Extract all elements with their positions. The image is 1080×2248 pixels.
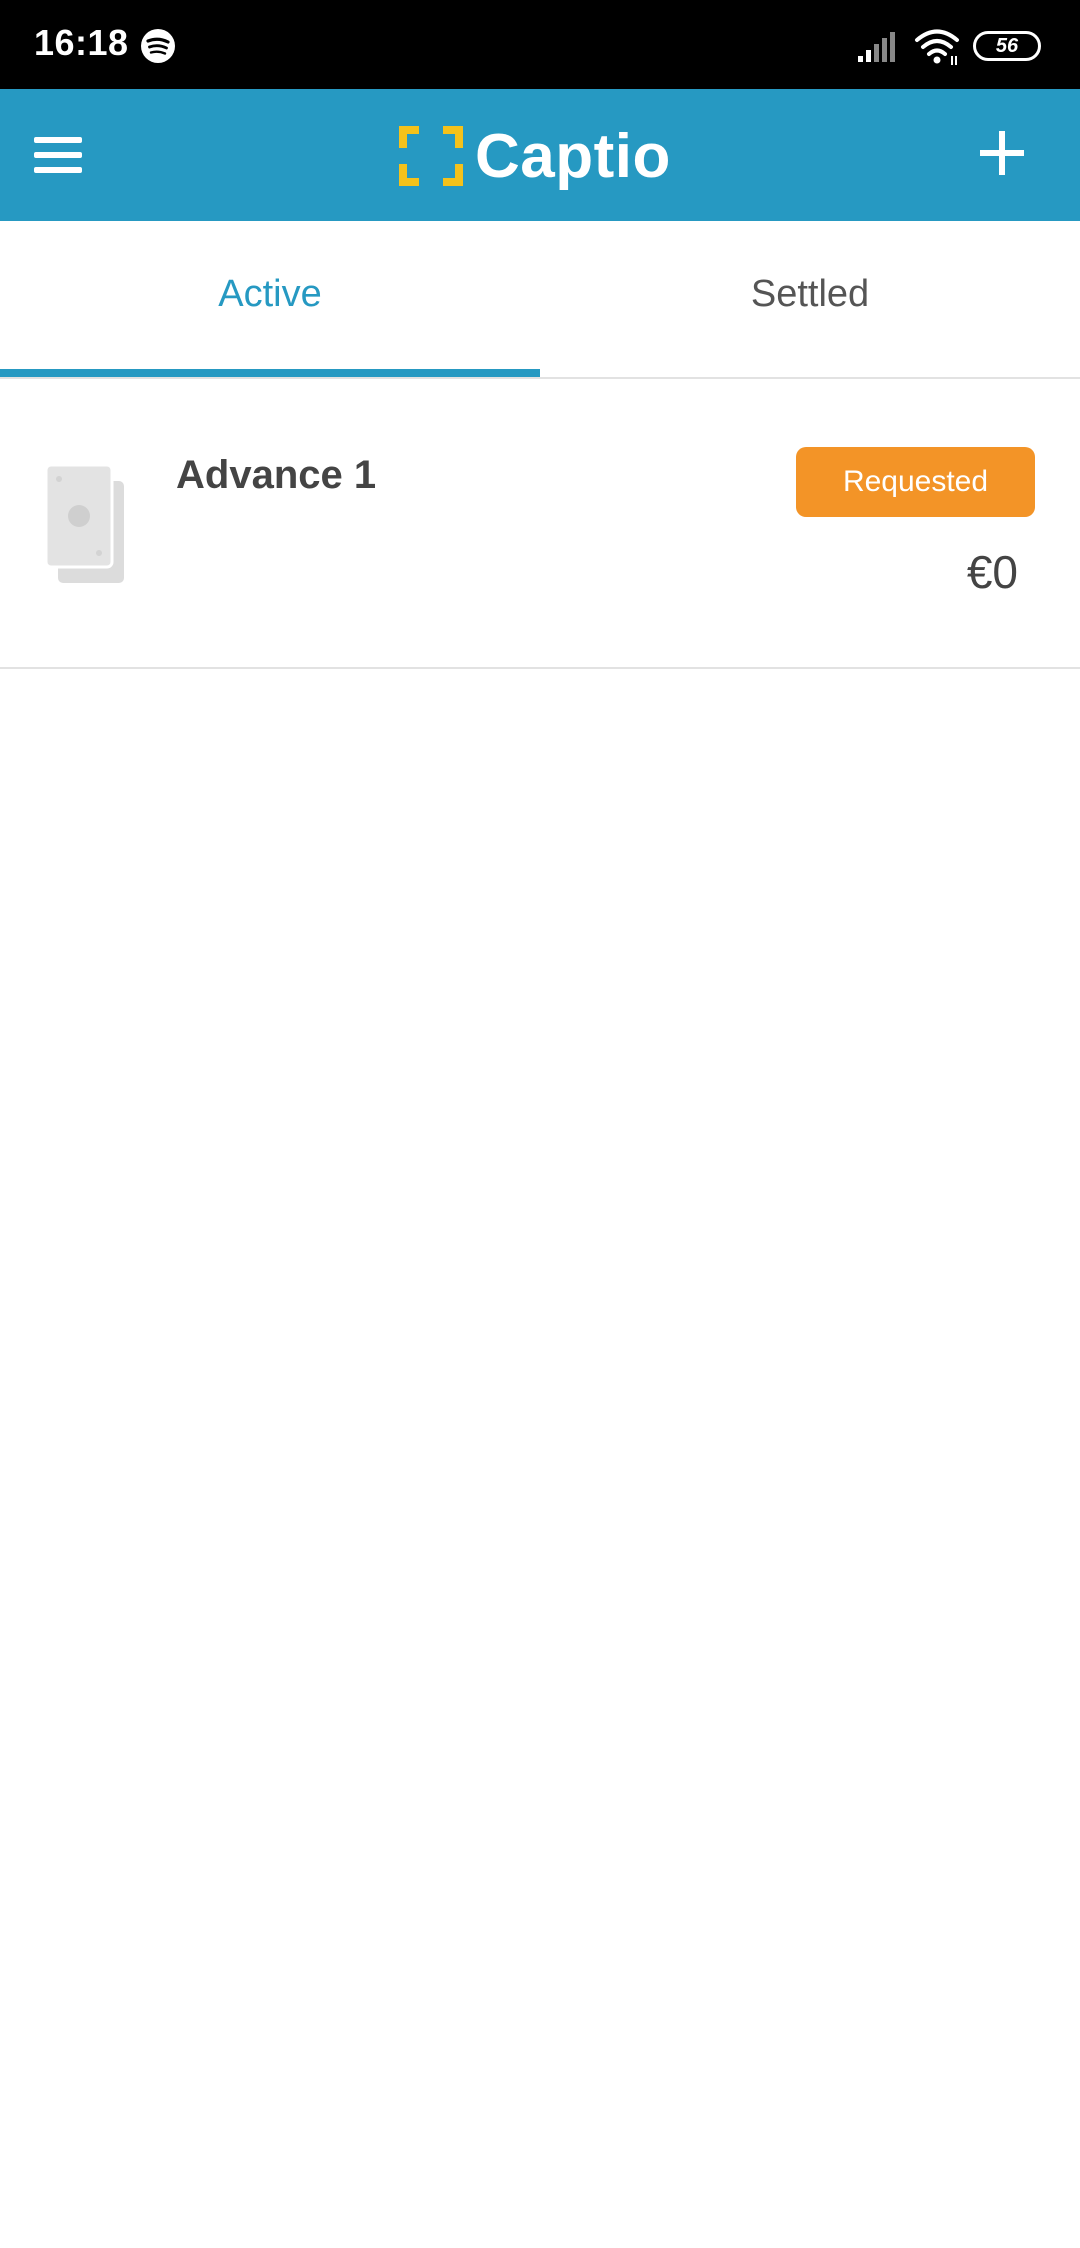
status-bar: 16:18 56 xyxy=(0,0,1080,89)
wifi-icon xyxy=(915,29,959,65)
battery-level: 56 xyxy=(995,35,1019,57)
tab-indicator xyxy=(0,369,540,377)
advance-amount: €0 xyxy=(966,546,1018,598)
status-badge: Requested xyxy=(796,447,1035,517)
list-item[interactable]: Advance 1 Requested €0 xyxy=(0,379,1080,669)
battery-icon: 56 xyxy=(973,31,1041,61)
money-bills-icon xyxy=(44,463,124,583)
tab-settled[interactable]: Settled xyxy=(540,221,1080,377)
plus-icon[interactable] xyxy=(980,131,1024,175)
app-logo: Captio xyxy=(397,119,671,193)
tab-bar: Active Settled xyxy=(0,221,1080,379)
spotify-icon xyxy=(141,29,175,63)
status-time: 16:18 xyxy=(34,22,129,63)
tab-active[interactable]: Active xyxy=(0,221,540,377)
app-name: Captio xyxy=(475,121,671,191)
captio-logo-icon xyxy=(399,126,463,186)
hamburger-menu-icon[interactable] xyxy=(34,135,82,175)
app-header: Captio xyxy=(0,89,1080,221)
signal-icon xyxy=(858,32,895,62)
advance-title: Advance 1 xyxy=(176,453,377,497)
